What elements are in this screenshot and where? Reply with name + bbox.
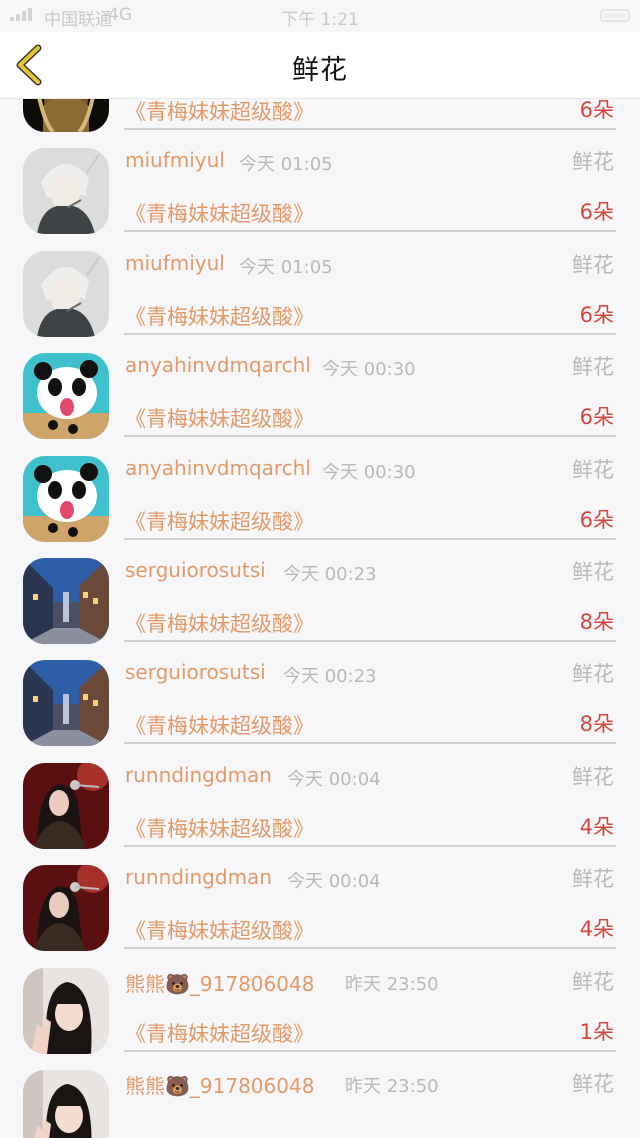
list-item[interactable]: anyahinvdmqarchl 今天 00:30 鲜花 《青梅妹妹超级酸》 6… [0, 339, 640, 441]
flower-record-list[interactable]: 《青梅妹妹超级酸》 6朵 miufmiyul 今天 01:05 鲜花 《青梅妹妹… [0, 99, 640, 1138]
book-title[interactable]: 《青梅妹妹超级酸》 [125, 608, 314, 638]
divider [124, 947, 616, 950]
username[interactable]: anyahinvdmqarchl [125, 456, 311, 480]
gift-type: 鲜花 [572, 867, 614, 892]
city-street-avatar[interactable] [23, 557, 109, 644]
gift-type: 鲜花 [572, 969, 614, 994]
timestamp: 今天 01:05 [239, 256, 333, 278]
book-title[interactable]: 《青梅妹妹超级酸》 [125, 1018, 314, 1048]
gift-type: 鲜花 [572, 457, 614, 482]
username[interactable]: miufmiyul [125, 251, 225, 275]
list-item[interactable]: serguiorosutsi 今天 00:23 鲜花 《青梅妹妹超级酸》 8朵 [0, 544, 640, 646]
flower-count: 8朵 [579, 712, 614, 737]
flower-count: 6朵 [579, 200, 614, 225]
book-title[interactable]: 《青梅妹妹超级酸》 [125, 506, 314, 536]
panda-avatar[interactable] [23, 353, 109, 440]
panda-avatar[interactable] [23, 455, 109, 542]
username[interactable]: miufmiyul [125, 148, 225, 172]
list-item[interactable]: runndingdman 今天 00:04 鲜花 《青梅妹妹超级酸》 4朵 [0, 851, 640, 953]
gift-type: 鲜花 [572, 355, 614, 380]
timestamp: 今天 00:30 [322, 359, 416, 381]
city-street-avatar[interactable] [23, 660, 109, 747]
singer-microphone-avatar[interactable] [23, 762, 109, 849]
username[interactable]: serguiorosutsi [125, 558, 266, 582]
timestamp: 今天 00:23 [283, 563, 377, 585]
flower-count: 6朵 [579, 507, 614, 532]
girl-peace-sign-avatar[interactable] [23, 1069, 109, 1138]
list-item[interactable]: runndingdman 今天 00:04 鲜花 《青梅妹妹超级酸》 4朵 [0, 749, 640, 851]
username[interactable]: runndingdman [125, 763, 272, 787]
timestamp: 今天 01:05 [239, 154, 333, 176]
book-title[interactable]: 《青梅妹妹超级酸》 [125, 99, 314, 126]
list-item[interactable]: miufmiyul 今天 01:05 鲜花 《青梅妹妹超级酸》 6朵 [0, 237, 640, 339]
divider [124, 128, 616, 130]
username[interactable]: anyahinvdmqarchl [125, 353, 311, 377]
list-item[interactable]: miufmiyul 今天 01:05 鲜花 《青梅妹妹超级酸》 6朵 [0, 134, 640, 236]
book-title[interactable]: 《青梅妹妹超级酸》 [125, 301, 314, 331]
battery-icon [600, 9, 630, 22]
timestamp: 昨天 23:50 [345, 1075, 439, 1097]
book-title[interactable]: 《青梅妹妹超级酸》 [125, 710, 314, 740]
gift-type: 鲜花 [572, 150, 614, 175]
divider [124, 230, 616, 233]
status-bar: 中国联通 4G 下午 1:21 [0, 0, 640, 32]
username[interactable]: serguiorosutsi [125, 660, 266, 684]
timestamp: 今天 00:30 [322, 461, 416, 483]
nav-bar: 鲜花 [0, 32, 640, 99]
gift-type: 鲜花 [572, 662, 614, 687]
gift-type: 鲜花 [572, 764, 614, 789]
list-item[interactable]: 《青梅妹妹超级酸》 6朵 [0, 99, 640, 134]
clock: 下午 1:21 [281, 10, 359, 30]
divider [124, 742, 616, 745]
flower-count: 6朵 [579, 405, 614, 430]
divider [124, 844, 616, 847]
flower-count: 4朵 [579, 814, 614, 839]
list-item[interactable]: serguiorosutsi 今天 00:23 鲜花 《青梅妹妹超级酸》 8朵 [0, 646, 640, 748]
username[interactable]: 熊熊🐻_917806048 [125, 1070, 314, 1099]
divider [124, 332, 616, 335]
username[interactable]: 熊熊🐻_917806048 [125, 968, 314, 997]
divider [124, 1049, 616, 1052]
anime-white-hair-avatar[interactable] [23, 148, 109, 235]
book-title[interactable]: 《青梅妹妹超级酸》 [125, 813, 314, 843]
book-title[interactable]: 《青梅妹妹超级酸》 [125, 915, 314, 945]
gift-type: 鲜花 [572, 252, 614, 277]
flower-count: 6朵 [579, 302, 614, 327]
timestamp: 今天 00:04 [287, 768, 381, 790]
flower-count: 8朵 [579, 609, 614, 634]
golden-statue-avatar [23, 99, 109, 132]
flower-count: 1朵 [579, 1019, 614, 1044]
singer-microphone-avatar[interactable] [23, 865, 109, 952]
book-title[interactable]: 《青梅妹妹超级酸》 [125, 403, 314, 433]
list-item[interactable]: anyahinvdmqarchl 今天 00:30 鲜花 《青梅妹妹超级酸》 6… [0, 442, 640, 544]
list-item[interactable]: 熊熊🐻_917806048 昨天 23:50 鲜花 《青梅妹妹超级酸》 1朵 [0, 954, 640, 1056]
book-title[interactable]: 《青梅妹妹超级酸》 [125, 198, 314, 228]
gift-type: 鲜花 [572, 559, 614, 584]
timestamp: 今天 00:04 [287, 871, 381, 893]
username[interactable]: runndingdman [125, 865, 272, 889]
divider [124, 435, 616, 438]
page-title: 鲜花 [292, 55, 348, 86]
anime-white-hair-avatar[interactable] [23, 250, 109, 337]
list-item[interactable]: 熊熊🐻_917806048 昨天 23:50 鲜花 [0, 1056, 640, 1138]
flower-count: 6朵 [579, 99, 614, 122]
girl-peace-sign-avatar[interactable] [23, 967, 109, 1054]
divider [124, 639, 616, 642]
divider [124, 537, 616, 540]
timestamp: 昨天 23:50 [345, 973, 439, 995]
gift-type: 鲜花 [572, 1071, 614, 1096]
flower-count: 4朵 [579, 917, 614, 942]
timestamp: 今天 00:23 [283, 666, 377, 688]
